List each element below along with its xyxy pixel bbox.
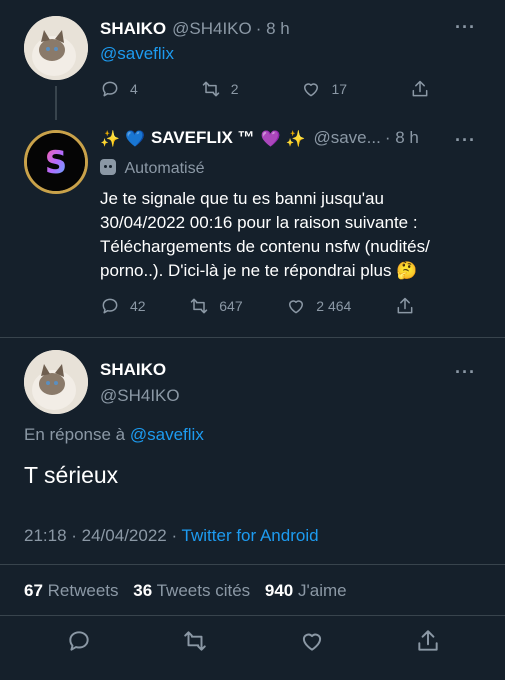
like-count: 2 464 — [316, 298, 352, 314]
tweet-source-link[interactable]: Twitter for Android — [182, 526, 319, 545]
share-icon — [418, 630, 438, 651]
quotes-stat[interactable]: 36 Tweets cités — [133, 581, 250, 600]
author-name[interactable]: SHAIKO — [100, 360, 166, 380]
like-button[interactable]: 17 — [301, 79, 347, 99]
name-emoji-suffix: 💜 ✨ — [260, 128, 306, 148]
reply-to-link[interactable]: @saveflix — [130, 425, 204, 444]
share-icon — [412, 80, 428, 97]
divider — [0, 615, 505, 616]
share-icon — [397, 297, 413, 314]
reply-count: 4 — [130, 81, 138, 97]
reply-prefix: En réponse à — [24, 425, 126, 444]
reply-button[interactable]: 42 — [100, 296, 146, 316]
more-options-icon[interactable]: ··· — [455, 362, 476, 383]
tweet-time[interactable]: · 8 h — [256, 19, 290, 39]
author-handle[interactable]: @save... — [313, 128, 380, 148]
retweet-icon — [202, 81, 219, 97]
reply-icon — [102, 81, 118, 97]
tweet-text-line: 30/04/2022 00:16 pour la raison suivante… — [100, 213, 418, 232]
author-name[interactable]: SAVEFLIX ™ — [151, 128, 255, 148]
avatar-saveflix[interactable]: S — [24, 130, 88, 194]
tweet1-header: SHAIKO @SH4IKO · 8 h — [100, 19, 290, 39]
tweet2-header: ✨ 💙 SAVEFLIX ™ 💜 ✨ @save... · 8 h — [100, 128, 419, 148]
reply-context: En réponse à @saveflix — [24, 425, 204, 445]
retweet-button[interactable]: 647 — [189, 296, 243, 316]
tweet2-actions: 42 647 2 464 — [100, 296, 415, 316]
main-tweet-actions — [66, 628, 441, 654]
tweet-text-line: Téléchargements de contenu nsfw (nudités… — [100, 237, 430, 256]
automated-label: Automatisé — [124, 160, 205, 177]
tweet-time[interactable]: · 8 h — [385, 128, 419, 148]
retweet-button[interactable]: 2 — [201, 79, 239, 99]
author-handle[interactable]: @SH4IKO — [100, 386, 180, 406]
name-emoji-prefix: ✨ 💙 — [100, 128, 145, 148]
bot-icon — [100, 159, 116, 175]
tweet-timestamp[interactable]: 21:18 · 24/04/2022 · — [24, 526, 177, 545]
retweet-icon — [184, 631, 207, 651]
divider — [0, 337, 505, 338]
share-button[interactable] — [410, 79, 430, 99]
retweets-stat[interactable]: 67 Retweets — [24, 581, 119, 600]
retweet-icon — [191, 298, 208, 314]
retweet-count: 647 — [219, 298, 243, 314]
heart-icon — [304, 83, 319, 97]
avatar-shaiko[interactable] — [24, 16, 88, 80]
reply-button[interactable] — [66, 628, 92, 654]
saveflix-logo-letter: S — [45, 145, 67, 181]
reply-icon — [69, 631, 89, 651]
automated-badge: Automatisé — [100, 159, 205, 178]
more-options-icon[interactable]: ··· — [455, 130, 476, 151]
share-button[interactable] — [395, 296, 415, 316]
reply-button[interactable]: 4 — [100, 79, 138, 99]
more-options-icon[interactable]: ··· — [455, 17, 476, 38]
heart-icon — [302, 633, 321, 651]
tweet2-text: Je te signale que tu es banni jusqu'au 3… — [100, 187, 495, 283]
divider — [0, 564, 505, 565]
share-button[interactable] — [415, 628, 441, 654]
thread-line — [55, 86, 57, 120]
like-button[interactable]: 2 464 — [286, 296, 351, 316]
main-tweet-text: T sérieux — [24, 462, 119, 488]
tweet-text-line: porno..). D'ici-là je ne te répondrai pl… — [100, 261, 418, 280]
tweet-text-line: Je te signale que tu es banni jusqu'au — [100, 189, 384, 208]
mention-link[interactable]: @saveflix — [100, 44, 174, 64]
like-count: 17 — [331, 81, 348, 97]
retweet-button[interactable] — [182, 628, 208, 654]
reply-count: 42 — [130, 298, 146, 314]
tweet1-actions: 4 2 17 — [100, 79, 430, 99]
avatar-shaiko[interactable] — [24, 350, 88, 414]
author-name[interactable]: SHAIKO — [100, 19, 166, 39]
tweet-stats: 67 Retweets 36 Tweets cités 940 J'aime — [24, 581, 347, 601]
like-button[interactable] — [299, 628, 325, 654]
tweet-meta: 21:18 · 24/04/2022 · Twitter for Android — [24, 526, 319, 546]
reply-icon — [102, 298, 118, 314]
retweet-count: 2 — [230, 81, 239, 97]
author-handle[interactable]: @SH4IKO — [172, 19, 252, 39]
likes-stat[interactable]: 940 J'aime — [265, 581, 347, 600]
heart-icon — [289, 300, 304, 314]
